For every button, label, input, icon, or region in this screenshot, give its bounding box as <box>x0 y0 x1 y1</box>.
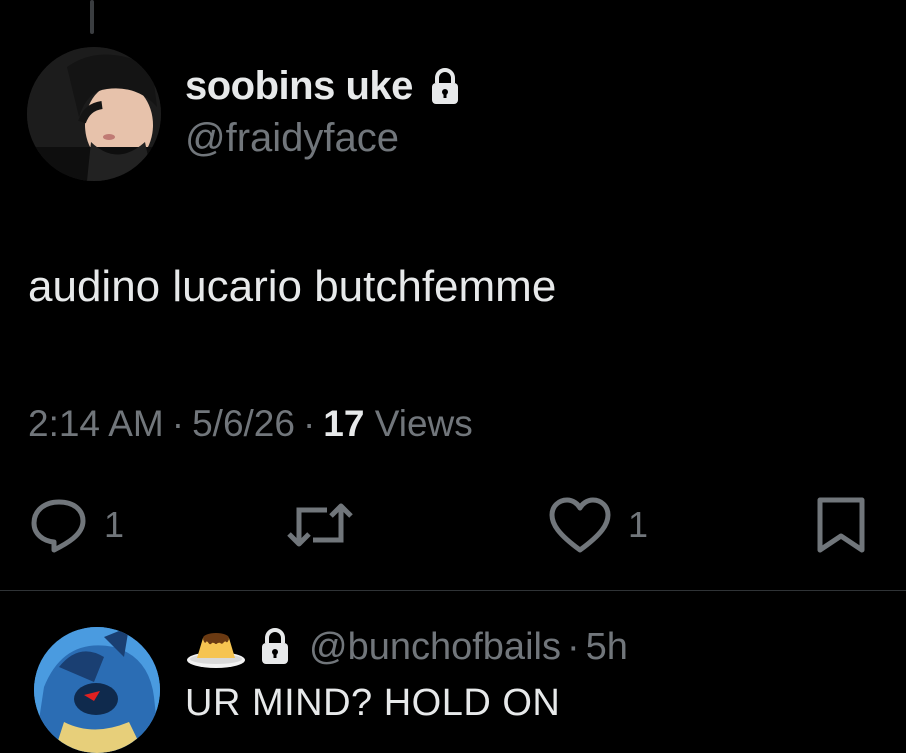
bookmark-icon <box>817 497 865 553</box>
like-count: 1 <box>628 504 649 545</box>
like-icon <box>549 497 611 553</box>
tweet-actions-bar: 1 1 <box>0 496 906 560</box>
author-handle[interactable]: @fraidyface <box>185 116 399 161</box>
meta-separator: · <box>171 403 185 444</box>
repost-button[interactable] <box>285 496 371 554</box>
like-button[interactable]: 1 <box>548 496 648 554</box>
custard-pudding-emoji-icon <box>187 633 245 668</box>
tweet-divider <box>0 590 906 591</box>
reply-button[interactable]: 1 <box>30 496 124 554</box>
meta-separator: · <box>302 403 316 444</box>
tweet-meta: 2:14 AM · 5/6/26 · 17 Views <box>28 403 473 445</box>
tweet-date[interactable]: 5/6/26 <box>192 403 295 444</box>
tweet-time[interactable]: 2:14 AM <box>28 403 164 444</box>
reply-icon <box>31 499 86 553</box>
author-avatar-image <box>27 47 161 181</box>
reply-text: UR MIND? HOLD ON <box>185 682 561 724</box>
repost-icon <box>287 503 353 547</box>
author-avatar[interactable] <box>27 47 161 181</box>
thread-connector-line <box>90 0 94 34</box>
views-count[interactable]: 17 <box>323 403 364 444</box>
author-display-name-row: soobins uke <box>185 64 461 109</box>
reply-author-avatar[interactable] <box>34 627 160 753</box>
reply-age[interactable]: 5h <box>586 626 628 669</box>
tweet-text: audino lucario butchfemme <box>28 262 557 311</box>
author-display-name[interactable]: soobins uke <box>185 64 413 109</box>
views-label[interactable]: Views <box>375 403 473 444</box>
bookmark-button[interactable] <box>814 496 868 556</box>
reply-count: 1 <box>104 504 125 545</box>
reply-separator: · <box>566 625 580 668</box>
lock-icon <box>431 67 458 104</box>
reply-author-handle[interactable]: @bunchofbails <box>309 626 561 669</box>
lock-icon <box>262 628 288 664</box>
reply-header: @bunchofbails · 5h <box>185 624 628 670</box>
reply-avatar-image <box>34 627 160 753</box>
